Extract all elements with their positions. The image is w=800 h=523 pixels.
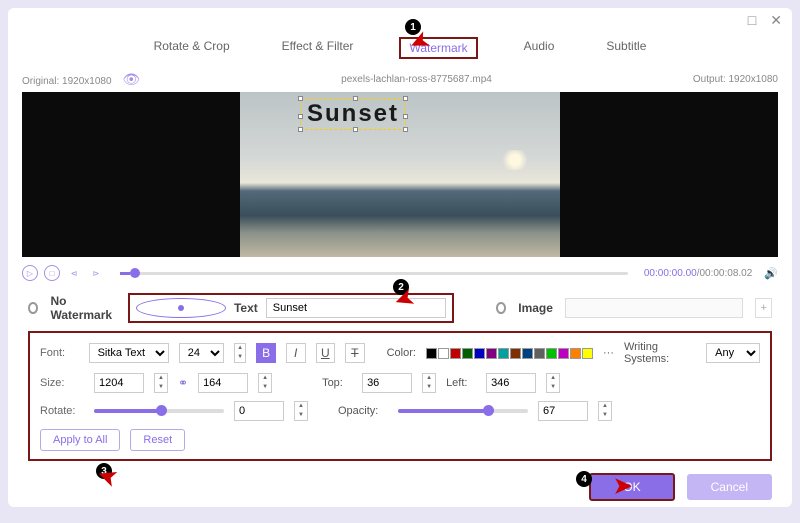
original-label: Original: <box>22 76 59 87</box>
top-input[interactable] <box>362 373 412 393</box>
font-label: Font: <box>40 347 79 359</box>
opacity-slider[interactable] <box>398 409 528 413</box>
bold-button[interactable]: B <box>256 343 276 363</box>
watermark-options: No Watermark Text 2 ➤ Image + <box>8 289 792 327</box>
radio-image[interactable] <box>496 302 506 314</box>
footer: 3 ➤ 4 ➤ OK Cancel <box>8 465 792 509</box>
tab-bar: Rotate & Crop Effect & Filter Watermark … <box>8 33 792 69</box>
volume-icon[interactable]: 🔊 <box>764 267 778 280</box>
color-swatch[interactable] <box>522 348 533 359</box>
color-swatch[interactable] <box>546 348 557 359</box>
color-swatch[interactable] <box>570 348 581 359</box>
output-resolution: 1920x1080 <box>728 74 778 85</box>
underline-button[interactable]: U <box>316 343 336 363</box>
tab-effect-filter[interactable]: Effect & Filter <box>276 37 360 59</box>
height-spinner[interactable]: ▲▼ <box>258 373 272 393</box>
color-swatch[interactable] <box>498 348 509 359</box>
sun-decoration <box>500 150 530 170</box>
close-button[interactable]: ✕ <box>770 12 782 29</box>
tab-audio[interactable]: Audio <box>518 37 561 59</box>
font-size-select[interactable]: 24 <box>179 343 224 363</box>
image-label: Image <box>518 301 553 315</box>
callout-4: 4 <box>576 471 592 487</box>
writing-systems-select[interactable]: Any <box>706 343 760 363</box>
current-time: 00:00:00.00 <box>644 268 697 279</box>
image-path-input[interactable] <box>565 298 743 318</box>
preview-toggle-icon[interactable]: 👁 <box>122 71 140 87</box>
color-swatches <box>426 348 593 359</box>
top-spinner[interactable]: ▲▼ <box>422 373 436 393</box>
width-spinner[interactable]: ▲▼ <box>154 373 168 393</box>
radio-no-watermark[interactable] <box>28 302 38 314</box>
width-input[interactable] <box>94 373 144 393</box>
output-info: Output: 1920x1080 <box>693 74 778 85</box>
writing-systems-label: Writing Systems: <box>624 341 696 365</box>
watermark-text: Sunset <box>307 100 399 127</box>
next-frame-button[interactable]: ⊳ <box>88 265 104 281</box>
color-swatch[interactable] <box>534 348 545 359</box>
cancel-button[interactable]: Cancel <box>687 474 772 500</box>
color-swatch[interactable] <box>462 348 473 359</box>
color-label: Color: <box>387 347 416 359</box>
more-colors-button[interactable]: ··· <box>603 347 614 359</box>
font-size-spinner[interactable]: ▲▼ <box>234 343 247 363</box>
link-icon[interactable]: ⚭ <box>178 376 188 390</box>
rotate-input[interactable] <box>234 401 284 421</box>
left-spinner[interactable]: ▲▼ <box>546 373 560 393</box>
left-label: Left: <box>446 377 476 389</box>
rotate-label: Rotate: <box>40 405 84 417</box>
text-label: Text <box>234 301 258 315</box>
italic-button[interactable]: I <box>286 343 306 363</box>
opacity-spinner[interactable]: ▲▼ <box>598 401 612 421</box>
reset-button[interactable]: Reset <box>130 429 185 451</box>
color-swatch[interactable] <box>474 348 485 359</box>
video-frame[interactable]: Sunset <box>240 92 560 257</box>
arrow-4: ➤ <box>614 473 632 499</box>
tab-rotate-crop[interactable]: Rotate & Crop <box>148 37 236 59</box>
filename: pexels-lachlan-ross-8775687.mp4 <box>341 74 492 85</box>
time-display: 00:00:00.00/00:00:08.02 <box>644 268 752 279</box>
rotate-spinner[interactable]: ▲▼ <box>294 401 308 421</box>
original-resolution: 1920x1080 <box>62 76 112 87</box>
watermark-overlay[interactable]: Sunset <box>300 98 406 130</box>
duration: 00:00:08.02 <box>699 268 752 279</box>
opacity-label: Opacity: <box>338 405 388 417</box>
size-label: Size: <box>40 377 84 389</box>
output-label: Output: <box>693 74 726 85</box>
stop-button[interactable]: □ <box>44 265 60 281</box>
top-label: Top: <box>322 377 352 389</box>
color-swatch[interactable] <box>426 348 437 359</box>
color-swatch[interactable] <box>558 348 569 359</box>
titlebar: □ ✕ <box>8 8 792 33</box>
opacity-input[interactable] <box>538 401 588 421</box>
original-info: Original: 1920x1080 👁 <box>22 71 140 88</box>
apply-to-all-button[interactable]: Apply to All <box>40 429 120 451</box>
no-watermark-label: No Watermark <box>50 294 116 322</box>
color-swatch[interactable] <box>486 348 497 359</box>
radio-text[interactable] <box>136 298 226 318</box>
timeline-slider[interactable] <box>120 272 628 275</box>
color-swatch[interactable] <box>438 348 449 359</box>
watermark-text-input[interactable] <box>266 298 446 318</box>
height-input[interactable] <box>198 373 248 393</box>
editor-window: □ ✕ Rotate & Crop Effect & Filter Waterm… <box>8 8 792 507</box>
color-swatch[interactable] <box>582 348 593 359</box>
tab-subtitle[interactable]: Subtitle <box>600 37 652 59</box>
color-swatch[interactable] <box>510 348 521 359</box>
font-family-select[interactable]: Sitka Text <box>89 343 169 363</box>
style-panel: Font: Sitka Text 24 ▲▼ B I U T Color: ··… <box>28 331 772 461</box>
video-preview: Sunset <box>22 92 778 257</box>
prev-frame-button[interactable]: ⊲ <box>66 265 82 281</box>
maximize-button[interactable]: □ <box>748 12 756 29</box>
play-button[interactable]: ▷ <box>22 265 38 281</box>
left-input[interactable] <box>486 373 536 393</box>
color-swatch[interactable] <box>450 348 461 359</box>
add-image-button[interactable]: + <box>755 298 772 318</box>
rotate-slider[interactable] <box>94 409 224 413</box>
strike-button[interactable]: T <box>345 343 365 363</box>
info-bar: Original: 1920x1080 👁 pexels-lachlan-ros… <box>8 69 792 92</box>
